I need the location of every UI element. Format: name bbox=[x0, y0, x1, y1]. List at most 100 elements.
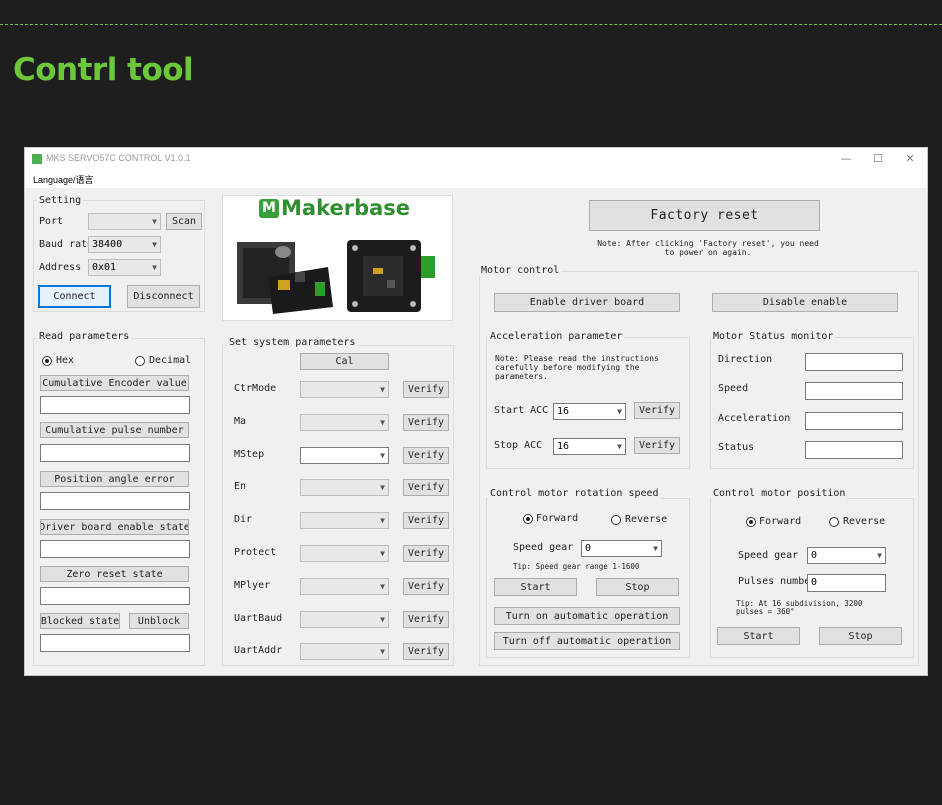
param-select[interactable]: ▼ bbox=[300, 479, 389, 497]
chevron-down-icon: ▼ bbox=[152, 217, 157, 226]
factory-reset-note: Note: After clicking 'Factory reset', yo… bbox=[597, 239, 819, 257]
param-label: CtrMode bbox=[234, 383, 277, 394]
direction-field[interactable] bbox=[805, 353, 903, 371]
menu-language[interactable]: Language/语言 bbox=[33, 173, 94, 186]
blocked-state-button[interactable]: Blocked state bbox=[40, 613, 120, 629]
window-titlebar: MKS SERVO57C CONTROL V1.0.1 — ☐ ✕ bbox=[25, 148, 927, 170]
position-error-field[interactable] bbox=[40, 492, 190, 510]
position-forward-radio[interactable] bbox=[746, 517, 756, 527]
address-select[interactable]: 0x01 ▼ bbox=[88, 259, 161, 276]
cumulative-encoder-field[interactable] bbox=[40, 396, 190, 414]
status-label: Status bbox=[718, 442, 755, 453]
param-verify-button[interactable]: Verify bbox=[403, 545, 449, 562]
chevron-down-icon: ▼ bbox=[380, 647, 385, 657]
speed-start-button[interactable]: Start bbox=[494, 578, 577, 596]
decimal-radio[interactable] bbox=[135, 356, 145, 366]
window-title: MKS SERVO57C CONTROL V1.0.1 bbox=[46, 153, 191, 163]
speed-reverse-radio[interactable] bbox=[611, 515, 621, 525]
speed-field[interactable] bbox=[805, 382, 903, 400]
chevron-down-icon: ▼ bbox=[380, 549, 385, 558]
app-icon bbox=[32, 154, 42, 164]
speed-forward-label: Forward bbox=[536, 513, 579, 524]
hex-radio[interactable] bbox=[42, 356, 52, 366]
cumulative-encoder-button[interactable]: Cumulative Encoder value bbox=[40, 375, 189, 391]
param-select[interactable]: ▼ bbox=[300, 512, 389, 530]
param-label: UartAddr bbox=[234, 645, 283, 657]
minimize-icon[interactable]: — bbox=[831, 150, 861, 168]
start-acc-verify-button[interactable]: Verify bbox=[634, 402, 680, 419]
param-select[interactable]: ▼ bbox=[300, 413, 389, 431]
chevron-down-icon: ▼ bbox=[380, 483, 385, 493]
param-select[interactable]: ▼ bbox=[300, 610, 389, 628]
position-reverse-radio[interactable] bbox=[829, 517, 839, 527]
position-reverse-label: Reverse bbox=[843, 516, 886, 527]
cumulative-pulse-button[interactable]: Cumulative pulse number bbox=[40, 422, 189, 438]
param-select[interactable]: ▼ bbox=[300, 577, 389, 595]
unblock-button[interactable]: Unblock bbox=[129, 613, 189, 629]
scan-button[interactable]: Scan bbox=[166, 213, 202, 230]
param-label: Protect bbox=[234, 547, 277, 558]
brand-name: Makerbase bbox=[281, 196, 411, 220]
enable-driver-button[interactable]: Enable driver board bbox=[494, 293, 680, 312]
param-verify-button[interactable]: Verify bbox=[403, 479, 449, 497]
speed-stop-button[interactable]: Stop bbox=[596, 578, 679, 596]
param-select[interactable]: ▼ bbox=[300, 446, 389, 464]
baud-rate-select[interactable]: 38400 ▼ bbox=[88, 236, 161, 253]
speed-gear-select[interactable]: 0 ▼ bbox=[581, 540, 662, 557]
param-label: MStep bbox=[234, 448, 265, 460]
cal-button[interactable]: Cal bbox=[300, 353, 389, 370]
param-verify-button[interactable]: Verify bbox=[403, 446, 449, 464]
param-verify-button[interactable]: Verify bbox=[403, 577, 449, 595]
disconnect-button[interactable]: Disconnect bbox=[127, 285, 200, 308]
port-select[interactable]: ▼ bbox=[88, 213, 161, 230]
param-verify-button[interactable]: Verify bbox=[403, 610, 449, 628]
param-verify-button[interactable]: Verify bbox=[403, 381, 449, 398]
maximize-icon[interactable]: ☐ bbox=[863, 150, 893, 168]
stop-acc-select[interactable]: 16 ▼ bbox=[553, 438, 626, 455]
chevron-down-icon: ▼ bbox=[380, 516, 385, 526]
pulses-input[interactable]: 0 bbox=[807, 574, 886, 592]
setting-title: Setting bbox=[37, 195, 84, 206]
makerbase-logo-icon: M bbox=[259, 199, 279, 218]
stop-acc-verify-button[interactable]: Verify bbox=[634, 437, 680, 454]
factory-reset-button[interactable]: Factory reset bbox=[589, 200, 820, 231]
chevron-down-icon: ▼ bbox=[380, 581, 385, 591]
param-verify-button[interactable]: Verify bbox=[403, 643, 449, 661]
param-select[interactable]: ▼ bbox=[300, 381, 389, 398]
param-select[interactable]: ▼ bbox=[300, 545, 389, 562]
zero-reset-button[interactable]: Zero reset state bbox=[40, 566, 189, 582]
connect-button[interactable]: Connect bbox=[38, 285, 111, 308]
app-window: MKS SERVO57C CONTROL V1.0.1 — ☐ ✕ Langua… bbox=[24, 147, 928, 676]
disable-enable-button[interactable]: Disable enable bbox=[712, 293, 898, 312]
position-gear-label: Speed gear bbox=[738, 550, 799, 561]
speed-forward-radio[interactable] bbox=[523, 514, 533, 524]
baud-rate-label: Baud rate bbox=[39, 239, 94, 250]
position-error-button[interactable]: Position angle error bbox=[40, 471, 189, 487]
param-verify-button[interactable]: Verify bbox=[403, 413, 449, 431]
cumulative-pulse-field[interactable] bbox=[40, 444, 190, 462]
enable-state-button[interactable]: Driver board enable state bbox=[40, 519, 189, 535]
param-select[interactable]: ▼ bbox=[300, 643, 389, 661]
menu-bar: Language/语言 bbox=[25, 170, 927, 188]
zero-reset-field[interactable] bbox=[40, 587, 190, 605]
position-gear-select[interactable]: 0 ▼ bbox=[807, 547, 886, 564]
position-stop-button[interactable]: Stop bbox=[819, 627, 902, 645]
auto-on-button[interactable]: Turn on automatic operation bbox=[494, 607, 680, 625]
port-label: Port bbox=[39, 216, 64, 227]
system-parameters-title: Set system parameters bbox=[227, 337, 358, 348]
acceleration-label: Acceleration bbox=[718, 413, 791, 424]
position-start-button[interactable]: Start bbox=[717, 627, 800, 645]
blocked-state-field[interactable] bbox=[40, 634, 190, 652]
chevron-down-icon: ▼ bbox=[653, 544, 658, 553]
speed-label: Speed bbox=[718, 383, 749, 394]
acceleration-field[interactable] bbox=[805, 412, 903, 430]
chevron-down-icon: ▼ bbox=[152, 263, 157, 272]
enable-state-field[interactable] bbox=[40, 540, 190, 558]
close-icon[interactable]: ✕ bbox=[895, 150, 925, 168]
param-verify-button[interactable]: Verify bbox=[403, 512, 449, 530]
status-field[interactable] bbox=[805, 441, 903, 459]
start-acc-select[interactable]: 16 ▼ bbox=[553, 403, 626, 420]
chevron-down-icon: ▼ bbox=[617, 407, 622, 416]
auto-off-button[interactable]: Turn off automatic operation bbox=[494, 632, 680, 650]
param-label: En bbox=[234, 481, 247, 493]
